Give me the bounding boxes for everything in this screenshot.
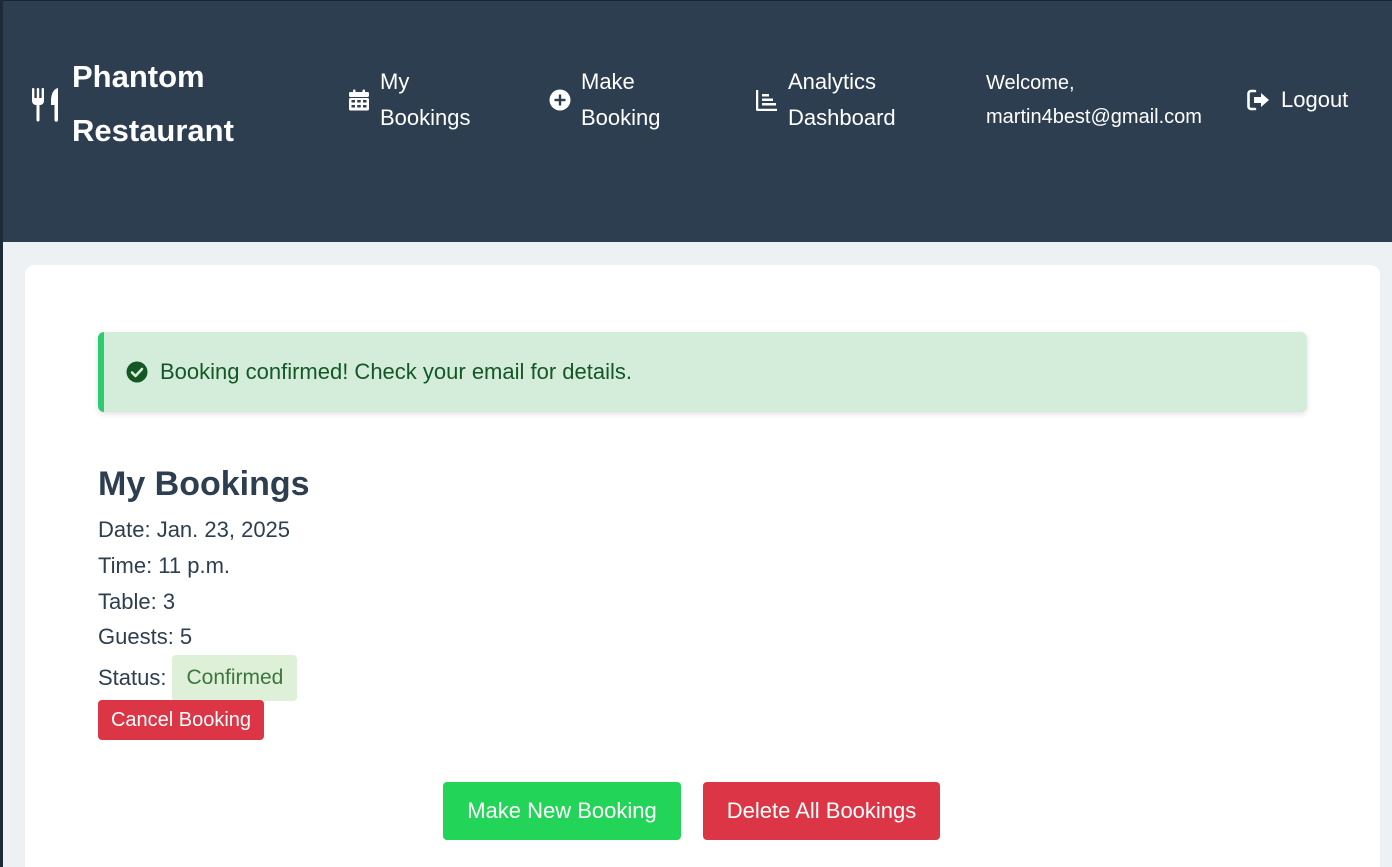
success-alert: Booking confirmed! Check your email for … (98, 332, 1307, 412)
window-left-edge (0, 0, 3, 867)
plus-circle-icon (549, 89, 571, 111)
calendar-icon (349, 89, 369, 111)
brand-name: Phantom Restaurant (72, 59, 234, 148)
status-label: Status: (98, 665, 167, 690)
navbar: Phantom Restaurant My Bookings Make Book… (0, 0, 1392, 242)
nav-analytics-dashboard[interactable]: Analytics Dashboard (756, 64, 936, 136)
brand[interactable]: Phantom Restaurant (30, 50, 272, 158)
booking-table: Table: 3 (98, 589, 176, 614)
booking-guests: Guests: 5 (98, 624, 193, 649)
welcome-text: Welcome, martin4best@gmail.com (986, 72, 1202, 128)
nav-make-booking[interactable]: Make Booking (549, 64, 709, 136)
nav-make-booking-label: Make Booking (581, 69, 661, 130)
status-badge: Confirmed (172, 655, 298, 701)
logout-label: Logout (1281, 87, 1349, 112)
nav-analytics-label: Analytics Dashboard (788, 69, 896, 130)
bookings-title: My Bookings (98, 465, 310, 503)
booking-date: Date: Jan. 23, 2025 (98, 517, 291, 542)
window-top-edge (0, 0, 1392, 1)
utensils-icon (32, 88, 58, 122)
main-card: Booking confirmed! Check your email for … (25, 265, 1380, 867)
cancel-booking-button[interactable]: Cancel Booking (98, 700, 264, 740)
delete-all-bookings-button[interactable]: Delete All Bookings (703, 782, 940, 840)
booking-time: Time: 11 p.m. (98, 553, 231, 578)
nav-my-bookings-label: My Bookings (380, 69, 471, 130)
alert-message: Booking confirmed! Check your email for … (160, 359, 632, 384)
logout-button[interactable]: Logout (1247, 82, 1348, 118)
nav-my-bookings[interactable]: My Bookings (348, 64, 498, 136)
check-circle-icon (126, 361, 148, 383)
chart-icon (756, 90, 777, 111)
welcome-message: Welcome, martin4best@gmail.com (986, 66, 1216, 134)
booking-status: Status: Confirmed (98, 655, 298, 701)
sign-out-icon (1247, 89, 1269, 111)
make-new-booking-button[interactable]: Make New Booking (443, 782, 681, 840)
